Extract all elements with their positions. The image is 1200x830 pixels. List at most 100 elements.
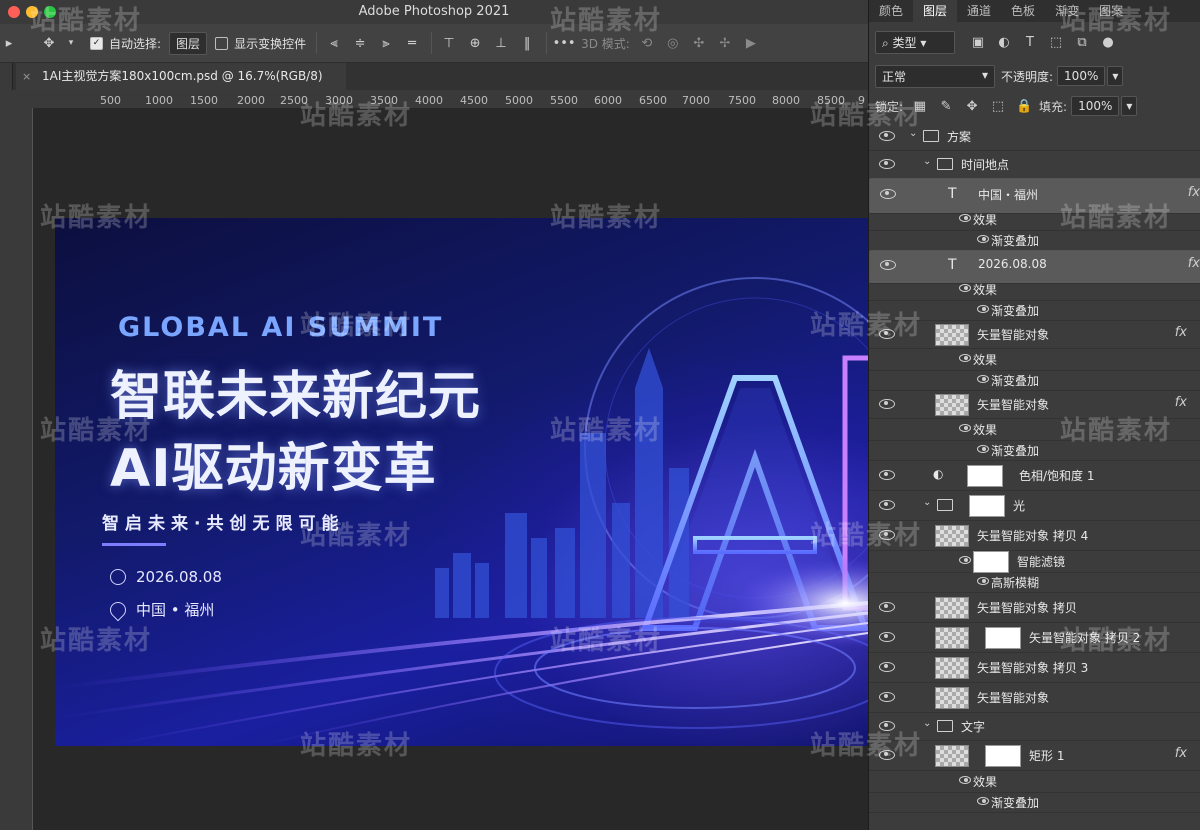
- layer-effects-icon[interactable]: fx: [1175, 395, 1187, 410]
- layer-row[interactable]: 矢量智能对象 fx: [869, 320, 1200, 349]
- layer-row[interactable]: 渐变叠加: [869, 440, 1200, 461]
- layer-effects-icon[interactable]: fx: [1188, 185, 1200, 200]
- filter-mask-thumbnail[interactable]: [973, 551, 1009, 573]
- visibility-eye-icon[interactable]: [977, 445, 989, 453]
- layer-row[interactable]: ⌄ 方案: [869, 122, 1200, 151]
- layer-row[interactable]: 矢量智能对象: [869, 682, 1200, 713]
- vertical-ruler[interactable]: [12, 108, 33, 830]
- visibility-eye-icon[interactable]: [959, 214, 971, 222]
- smart-object-thumbnail[interactable]: [935, 394, 969, 416]
- more-options-icon[interactable]: •••: [553, 34, 576, 52]
- artwork[interactable]: GLOBAL AI SUMMIT 智联未来新纪元 AI驱动新变革 智启未来·共创…: [55, 218, 868, 746]
- expand-chevron-icon[interactable]: ⌄: [923, 156, 931, 167]
- layer-row[interactable]: ⌄ 光: [869, 490, 1200, 521]
- smart-object-thumbnail[interactable]: [935, 627, 969, 649]
- opacity-field[interactable]: 100%: [1057, 66, 1106, 86]
- panel-tab-通道[interactable]: 通道: [957, 0, 1001, 22]
- align-middle-v-icon[interactable]: ⊕: [466, 34, 484, 52]
- visibility-eye-icon[interactable]: [977, 797, 989, 805]
- smart-object-thumbnail[interactable]: [935, 687, 969, 709]
- lock-paint-icon[interactable]: ✎: [937, 97, 955, 115]
- layer-effects-icon[interactable]: fx: [1175, 746, 1187, 761]
- tool-preset-dropdown[interactable]: ▾: [66, 34, 76, 52]
- layer-mask-thumbnail[interactable]: [967, 465, 1003, 487]
- visibility-eye-icon[interactable]: [959, 776, 971, 784]
- lock-all-icon[interactable]: 🔒: [1015, 97, 1033, 115]
- layer-row[interactable]: 高斯模糊: [869, 572, 1200, 593]
- layer-row[interactable]: 矢量智能对象 拷贝 4: [869, 520, 1200, 551]
- visibility-eye-icon[interactable]: [879, 500, 895, 510]
- smart-object-thumbnail[interactable]: [935, 745, 969, 767]
- fill-dropdown-icon[interactable]: ▾: [1121, 96, 1138, 116]
- camera-3d-icon[interactable]: ▶: [742, 34, 760, 52]
- visibility-eye-icon[interactable]: [880, 189, 896, 199]
- visibility-eye-icon[interactable]: [879, 692, 895, 702]
- filter-pixel-icon[interactable]: ▣: [969, 33, 987, 51]
- visibility-eye-icon[interactable]: [880, 260, 896, 270]
- panel-tab-颜色[interactable]: 颜色: [869, 0, 913, 22]
- filter-shape-icon[interactable]: ⬚: [1047, 33, 1065, 51]
- smart-object-thumbnail[interactable]: [935, 525, 969, 547]
- orbit-3d-icon[interactable]: ⟲: [638, 34, 656, 52]
- layer-row[interactable]: 效果: [869, 418, 1200, 441]
- layer-row[interactable]: 矢量智能对象 fx: [869, 390, 1200, 419]
- visibility-eye-icon[interactable]: [879, 159, 895, 169]
- expand-chevron-icon[interactable]: ⌄: [909, 128, 917, 139]
- layer-row[interactable]: ◐ 色相/饱和度 1: [869, 460, 1200, 491]
- auto-select-checkbox[interactable]: ✓ 自动选择:: [90, 35, 161, 52]
- align-center-h-icon[interactable]: ≑: [351, 34, 369, 52]
- visibility-eye-icon[interactable]: [879, 750, 895, 760]
- auto-select-target-select[interactable]: 图层: [169, 31, 208, 55]
- layer-row[interactable]: 矢量智能对象 拷贝 3: [869, 652, 1200, 683]
- layer-mask-thumbnail[interactable]: [985, 745, 1021, 767]
- visibility-eye-icon[interactable]: [879, 399, 895, 409]
- visibility-eye-icon[interactable]: [959, 284, 971, 292]
- visibility-eye-icon[interactable]: [879, 530, 895, 540]
- layers-list[interactable]: ⌄ 方案 ⌄ 时间地点 T 中国・福州 fx 效果 渐变叠加 T 2026.08.08 fx 效果 渐变叠…: [869, 122, 1200, 830]
- layer-row[interactable]: 矢量智能对象 拷贝: [869, 592, 1200, 623]
- visibility-eye-icon[interactable]: [879, 632, 895, 642]
- move-tool-icon[interactable]: ✥: [40, 34, 58, 52]
- layer-row[interactable]: 渐变叠加: [869, 370, 1200, 391]
- visibility-eye-icon[interactable]: [977, 305, 989, 313]
- expand-chevron-icon[interactable]: ⌄: [923, 497, 931, 508]
- layer-row[interactable]: 效果: [869, 208, 1200, 231]
- panel-tab-色板[interactable]: 色板: [1001, 0, 1045, 22]
- home-icon[interactable]: ▸: [0, 34, 18, 52]
- layer-mask-thumbnail[interactable]: [985, 627, 1021, 649]
- document-tab[interactable]: × 1AI主视觉方案180x100cm.psd @ 16.7%(RGB/8): [16, 63, 346, 90]
- slide-3d-icon[interactable]: ✢: [716, 34, 734, 52]
- visibility-eye-icon[interactable]: [879, 721, 895, 731]
- lock-position-icon[interactable]: ✥: [963, 97, 981, 115]
- layer-effects-icon[interactable]: fx: [1188, 256, 1200, 271]
- align-left-icon[interactable]: ⫷: [325, 34, 343, 52]
- lock-transparent-icon[interactable]: ▦: [911, 97, 929, 115]
- layer-row[interactable]: 渐变叠加: [869, 300, 1200, 321]
- layer-effects-icon[interactable]: fx: [1175, 325, 1187, 340]
- visibility-eye-icon[interactable]: [977, 235, 989, 243]
- visibility-eye-icon[interactable]: [959, 556, 971, 564]
- smart-object-thumbnail[interactable]: [935, 597, 969, 619]
- layer-row[interactable]: 效果: [869, 278, 1200, 301]
- layer-row[interactable]: 智能滤镜: [869, 550, 1200, 573]
- filter-adjustment-icon[interactable]: ◐: [995, 33, 1013, 51]
- layer-row[interactable]: 矩形 1 fx: [869, 740, 1200, 771]
- layer-row[interactable]: 渐变叠加: [869, 792, 1200, 813]
- fill-field[interactable]: 100%: [1071, 96, 1120, 116]
- visibility-eye-icon[interactable]: [879, 131, 895, 141]
- visibility-eye-icon[interactable]: [879, 329, 895, 339]
- panel-tab-图层[interactable]: 图层: [913, 0, 958, 22]
- pan-3d-icon[interactable]: ✣: [690, 34, 708, 52]
- visibility-eye-icon[interactable]: [879, 602, 895, 612]
- align-right-icon[interactable]: ⫸: [377, 34, 395, 52]
- visibility-eye-icon[interactable]: [959, 354, 971, 362]
- filter-smart-object-icon[interactable]: ⧉: [1073, 33, 1091, 51]
- layer-filter-select[interactable]: ⌕ 类型 ▾: [875, 30, 955, 54]
- layer-row[interactable]: 矢量智能对象 拷贝 2: [869, 622, 1200, 653]
- opacity-dropdown-icon[interactable]: ▾: [1107, 66, 1124, 86]
- layer-row[interactable]: ⌄ 时间地点: [869, 150, 1200, 179]
- horizontal-ruler[interactable]: 500 1000 1500 2000 2500 3000 3500 4000 4500 5000 5…: [12, 90, 868, 109]
- visibility-eye-icon[interactable]: [977, 577, 989, 585]
- distribute-v-icon[interactable]: ‖: [518, 34, 536, 52]
- panel-tab-图案[interactable]: 图案: [1089, 0, 1133, 22]
